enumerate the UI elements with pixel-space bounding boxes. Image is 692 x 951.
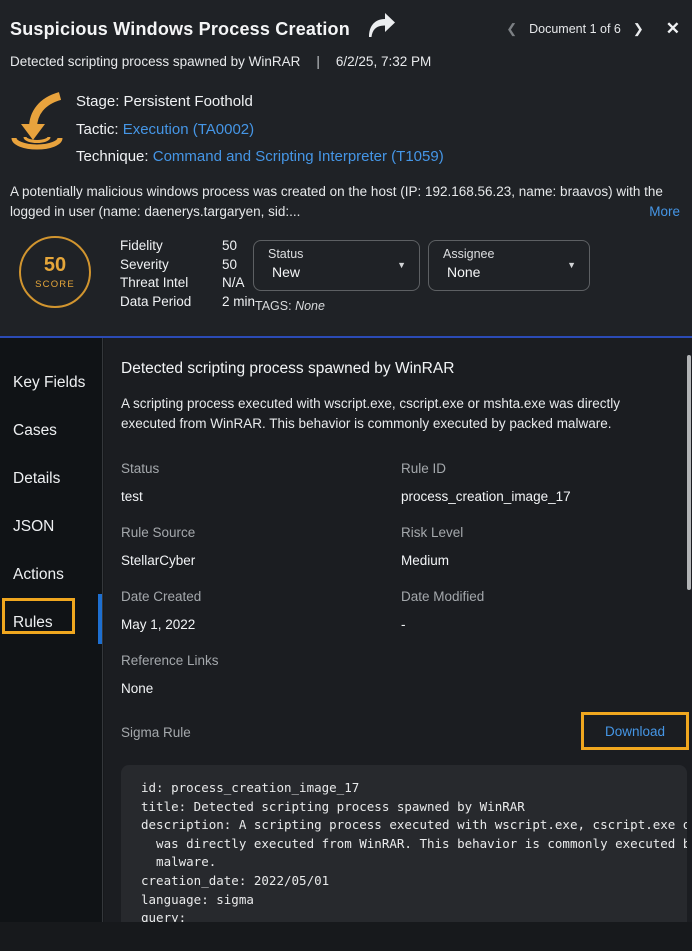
header-row: Suspicious Windows Process Creation ❮ Do… (0, 0, 692, 44)
vertical-scrollbar[interactable] (687, 355, 691, 590)
field-label-status: Status (121, 461, 159, 476)
status-dropdown-value: New (272, 264, 407, 280)
score-metrics: Fidelity 50 Severity 50 Threat Intel N/A… (120, 237, 255, 311)
field-label-risk-level: Risk Level (401, 525, 463, 540)
chevron-down-icon: ▼ (397, 260, 406, 270)
field-value-risk-level: Medium (401, 553, 449, 568)
tab-details[interactable]: Details (0, 455, 102, 503)
assignee-dropdown-label: Assignee (443, 247, 577, 261)
field-label-rule-source: Rule Source (121, 525, 195, 540)
status-dropdown[interactable]: Status New ▼ (253, 240, 420, 291)
metric-value: 2 min (222, 293, 255, 312)
tags-value: None (295, 299, 325, 313)
next-document-icon[interactable]: ❯ (627, 21, 650, 37)
alert-detail-drawer: Suspicious Windows Process Creation ❮ Do… (0, 0, 692, 951)
assignee-dropdown[interactable]: Assignee None ▼ (428, 240, 590, 291)
download-button[interactable]: Download (605, 724, 665, 739)
field-value-rule-id: process_creation_image_17 (401, 489, 571, 504)
rule-title: Detected scripting process spawned by Wi… (121, 360, 454, 378)
score-caption: SCORE (35, 279, 75, 290)
field-label-date-created: Date Created (121, 589, 201, 604)
field-value-date-created: May 1, 2022 (121, 617, 195, 632)
alert-description-text: A potentially malicious windows process … (10, 184, 663, 219)
download-annotation-highlight: Download (581, 712, 689, 750)
field-label-date-modified: Date Modified (401, 589, 484, 604)
subtitle-row: Detected scripting process spawned by Wi… (0, 44, 692, 69)
metric-label: Fidelity (120, 237, 222, 256)
chevron-down-icon: ▼ (567, 260, 576, 270)
persistent-foothold-stage-icon (8, 92, 66, 156)
tags-line: TAGS: None (255, 299, 325, 313)
stage-label: Stage: (76, 93, 119, 110)
metric-row: Fidelity 50 (120, 237, 255, 256)
metric-label: Threat Intel (120, 274, 222, 293)
alert-subtitle: Detected scripting process spawned by Wi… (10, 54, 300, 69)
technique-link[interactable]: Command and Scripting Interpreter (T1059… (153, 148, 444, 165)
stage-value: Persistent Foothold (124, 93, 253, 110)
technique-line: Technique: Command and Scripting Interpr… (76, 143, 444, 171)
more-link[interactable]: More (649, 202, 680, 222)
field-value-date-modified: - (401, 617, 406, 632)
metric-label: Data Period (120, 293, 222, 312)
metric-value: N/A (222, 274, 245, 293)
share-icon[interactable] (366, 12, 396, 44)
stage-line: Stage: Persistent Foothold (76, 88, 444, 116)
detail-tabs-sidebar: Key Fields Cases Details JSON Actions Ru… (0, 338, 103, 922)
page-title: Suspicious Windows Process Creation (10, 19, 350, 40)
score-badge: 50 SCORE (19, 236, 91, 308)
field-value-status: test (121, 489, 143, 504)
tab-actions[interactable]: Actions (0, 551, 102, 599)
alert-description: A potentially malicious windows process … (10, 182, 682, 221)
assignee-dropdown-value: None (447, 264, 577, 280)
tactic-link[interactable]: Execution (TA0002) (123, 121, 254, 138)
tactic-line: Tactic: Execution (TA0002) (76, 116, 444, 144)
metric-row: Data Period 2 min (120, 293, 255, 312)
alert-timestamp: 6/2/25, 7:32 PM (336, 54, 431, 69)
sigma-rule-code: id: process_creation_image_17 title: Det… (141, 779, 687, 922)
prev-document-icon[interactable]: ❮ (500, 21, 523, 37)
field-label-reference-links: Reference Links (121, 653, 219, 668)
field-value-rule-source: StellarCyber (121, 553, 195, 568)
rule-summary: A scripting process executed with wscrip… (121, 394, 677, 434)
subtitle-separator: | (316, 54, 320, 69)
document-counter: Document 1 of 6 (523, 22, 627, 36)
rules-tab-panel: Detected scripting process spawned by Wi… (104, 338, 692, 922)
field-label-rule-id: Rule ID (401, 461, 446, 476)
tab-json[interactable]: JSON (0, 503, 102, 551)
sigma-rule-code-block: id: process_creation_image_17 title: Det… (121, 765, 687, 922)
sigma-rule-label: Sigma Rule (121, 725, 191, 740)
tags-label: TAGS: (255, 299, 292, 313)
metric-label: Severity (120, 256, 222, 275)
metric-value: 50 (222, 237, 237, 256)
kill-chain-block: Stage: Persistent Foothold Tactic: Execu… (8, 88, 444, 171)
tab-cases[interactable]: Cases (0, 407, 102, 455)
tactic-label: Tactic: (76, 121, 119, 138)
score-value: 50 (44, 254, 66, 277)
rules-annotation-highlight (2, 598, 75, 634)
tab-key-fields[interactable]: Key Fields (0, 359, 102, 407)
technique-label: Technique: (76, 148, 149, 165)
active-tab-indicator (98, 594, 102, 644)
metric-row: Severity 50 (120, 256, 255, 275)
alert-header-panel: Suspicious Windows Process Creation ❮ Do… (0, 0, 692, 336)
field-value-reference-links: None (121, 681, 153, 696)
metric-row: Threat Intel N/A (120, 274, 255, 293)
metric-value: 50 (222, 256, 237, 275)
close-icon[interactable]: ✕ (666, 19, 680, 39)
status-dropdown-label: Status (268, 247, 407, 261)
